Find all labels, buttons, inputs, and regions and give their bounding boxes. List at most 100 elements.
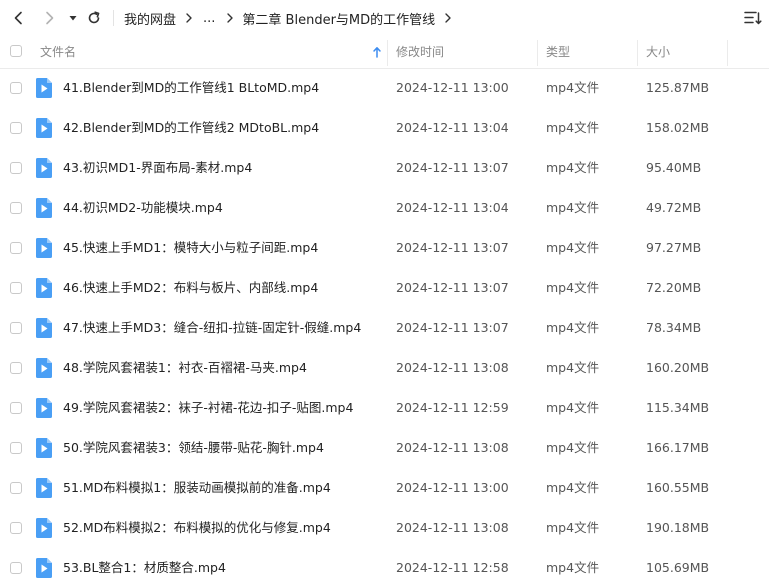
breadcrumb-chevron-icon [185,13,193,23]
back-button[interactable] [7,6,31,30]
column-divider[interactable] [727,40,728,66]
file-name[interactable]: 41.Blender到MD的工作管线1 BLtoMD.mp4 [63,68,319,108]
column-header-name[interactable]: 文件名 [40,36,76,68]
file-size: 95.40MB [646,160,702,175]
sort-options-button[interactable] [743,8,763,28]
file-type: mp4文件 [546,160,600,175]
column-divider[interactable] [537,40,538,66]
row-checkbox[interactable] [10,562,22,574]
file-size: 115.34MB [646,400,710,415]
row-checkbox[interactable] [10,242,22,254]
column-header-size[interactable]: 大小 [646,36,670,68]
file-size: 49.72MB [646,200,702,215]
file-type: mp4文件 [546,240,600,255]
table-row[interactable]: 48.学院风套裙装1：衬衣-百褶裙-马夹.mp4 2024-12-11 13:08… [0,348,769,388]
breadcrumb-root[interactable]: 我的网盘 [124,9,176,28]
file-name[interactable]: 42.Blender到MD的工作管线2 MDtoBL.mp4 [63,108,319,148]
table-row[interactable]: 45.快速上手MD1：模特大小与粒子间距.mp4 2024-12-11 13:07… [0,228,769,268]
file-modified-time: 2024-12-11 13:04 [396,200,509,215]
breadcrumb-ellipsis[interactable]: ... [201,11,217,26]
table-row[interactable]: 51.MD布料模拟1：服装动画模拟前的准备.mp4 2024-12-11 13:0… [0,468,769,508]
video-file-icon [36,518,52,538]
file-size: 160.55MB [646,480,710,495]
column-divider[interactable] [637,40,638,66]
file-size: 160.20MB [646,360,710,375]
file-name[interactable]: 52.MD布料模拟2：布料模拟的优化与修复.mp4 [63,508,331,548]
table-row[interactable]: 50.学院风套裙装3：领结-腰带-贴花-胸针.mp4 2024-12-11 13:… [0,428,769,468]
video-file-icon [36,438,52,458]
row-checkbox[interactable] [10,82,22,94]
file-name[interactable]: 53.BL整合1：材质整合.mp4 [63,548,226,588]
table-row[interactable]: 43.初识MD1-界面布局-素材.mp4 2024-12-11 13:07 mp4文… [0,148,769,188]
file-size: 125.87MB [646,80,710,95]
sort-ascending-icon[interactable] [372,46,382,58]
select-all-checkbox[interactable] [10,45,22,57]
file-type: mp4文件 [546,520,600,535]
row-checkbox[interactable] [10,162,22,174]
table-row[interactable]: 46.快速上手MD2：布料与板片、内部线.mp4 2024-12-11 13:07… [0,268,769,308]
file-size: 72.20MB [646,280,702,295]
row-checkbox[interactable] [10,122,22,134]
table-row[interactable]: 47.快速上手MD3：缝合-纽扣-拉链-固定针-假缝.mp4 2024-12-11… [0,308,769,348]
file-type: mp4文件 [546,200,600,215]
row-checkbox[interactable] [10,322,22,334]
file-modified-time: 2024-12-11 13:07 [396,320,509,335]
column-divider[interactable] [387,40,388,66]
video-file-icon [36,478,52,498]
file-name[interactable]: 45.快速上手MD1：模特大小与粒子间距.mp4 [63,228,318,268]
row-checkbox[interactable] [10,362,22,374]
video-file-icon [36,318,52,338]
file-type: mp4文件 [546,120,600,135]
toolbar-divider [113,10,114,26]
breadcrumb-current[interactable]: 第二章 Blender与MD的工作管线 [242,9,435,28]
column-header-modified[interactable]: 修改时间 [396,36,444,68]
sort-list-icon [744,11,762,25]
file-modified-time: 2024-12-11 13:07 [396,280,509,295]
file-name[interactable]: 49.学院风套裙装2：袜子-衬裙-花边-扣子-贴图.mp4 [63,388,353,428]
toolbar: 我的网盘 ... 第二章 Blender与MD的工作管线 [0,0,769,36]
video-file-icon [36,398,52,418]
video-file-icon [36,78,52,98]
row-checkbox[interactable] [10,442,22,454]
list-header: 文件名 修改时间 类型 大小 [0,36,769,69]
file-type: mp4文件 [546,320,600,335]
row-checkbox[interactable] [10,522,22,534]
file-type: mp4文件 [546,480,600,495]
file-name[interactable]: 50.学院风套裙装3：领结-腰带-贴花-胸针.mp4 [63,428,324,468]
file-type: mp4文件 [546,440,600,455]
file-type: mp4文件 [546,280,600,295]
chevron-left-icon [14,11,22,25]
refresh-button[interactable] [82,6,106,30]
file-size: 190.18MB [646,520,710,535]
table-row[interactable]: 41.Blender到MD的工作管线1 BLtoMD.mp4 2024-12-11… [0,68,769,108]
forward-button[interactable] [37,6,61,30]
row-checkbox[interactable] [10,402,22,414]
file-name[interactable]: 47.快速上手MD3：缝合-纽扣-拉链-固定针-假缝.mp4 [63,308,361,348]
row-checkbox[interactable] [10,482,22,494]
video-file-icon [36,558,52,578]
breadcrumb-chevron-icon [444,13,452,23]
video-file-icon [36,358,52,378]
file-name[interactable]: 44.初识MD2-功能模块.mp4 [63,188,223,228]
video-file-icon [36,158,52,178]
row-checkbox[interactable] [10,282,22,294]
table-row[interactable]: 53.BL整合1：材质整合.mp4 2024-12-11 12:58 mp4文件 10… [0,548,769,588]
table-row[interactable]: 42.Blender到MD的工作管线2 MDtoBL.mp4 2024-12-11… [0,108,769,148]
video-file-icon [36,118,52,138]
row-checkbox[interactable] [10,202,22,214]
file-modified-time: 2024-12-11 12:59 [396,400,509,415]
file-name[interactable]: 43.初识MD1-界面布局-素材.mp4 [63,148,252,188]
file-modified-time: 2024-12-11 13:08 [396,520,509,535]
table-row[interactable]: 52.MD布料模拟2：布料模拟的优化与修复.mp4 2024-12-11 13:0… [0,508,769,548]
file-name[interactable]: 48.学院风套裙装1：衬衣-百褶裙-马夹.mp4 [63,348,307,388]
refresh-icon [88,11,100,24]
breadcrumb-chevron-icon [226,13,234,23]
file-modified-time: 2024-12-11 13:07 [396,240,509,255]
table-row[interactable]: 44.初识MD2-功能模块.mp4 2024-12-11 13:04 mp4文件 49… [0,188,769,228]
file-name[interactable]: 51.MD布料模拟1：服装动画模拟前的准备.mp4 [63,468,331,508]
file-name[interactable]: 46.快速上手MD2：布料与板片、内部线.mp4 [63,268,318,308]
file-modified-time: 2024-12-11 13:00 [396,80,509,95]
table-row[interactable]: 49.学院风套裙装2：袜子-衬裙-花边-扣子-贴图.mp4 2024-12-11 … [0,388,769,428]
breadcrumb: 我的网盘 ... 第二章 Blender与MD的工作管线 [124,0,460,36]
column-header-type[interactable]: 类型 [546,36,570,68]
